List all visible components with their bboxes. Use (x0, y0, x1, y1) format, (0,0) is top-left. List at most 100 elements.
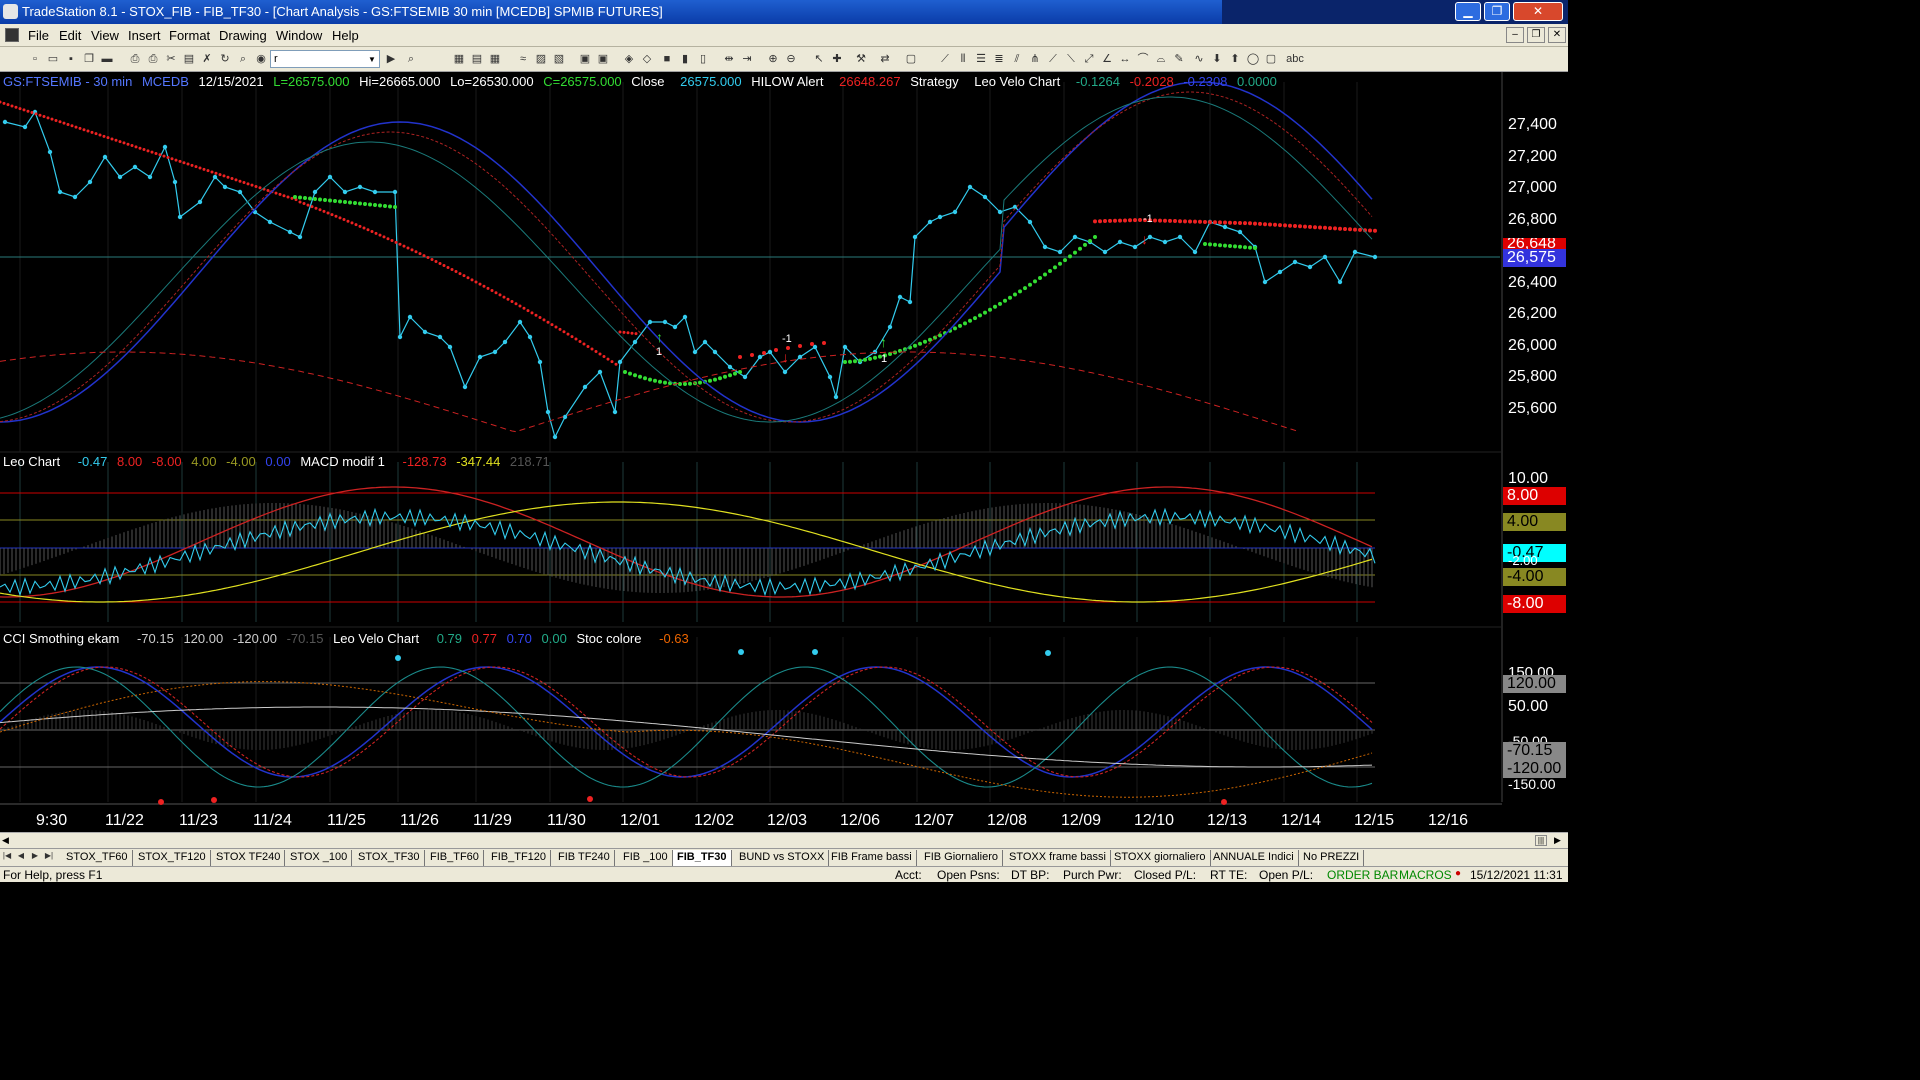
tab-fib-tf120[interactable]: FIB_TF120 (487, 850, 552, 866)
regression-icon[interactable]: ⤢ (1082, 52, 1096, 66)
option-icon[interactable]: ▧ (552, 52, 566, 66)
lookup-icon[interactable]: ⌕ (404, 52, 418, 66)
andrews-icon[interactable]: ⋔ (1028, 52, 1042, 66)
menu-insert[interactable]: Insert (128, 28, 161, 43)
menu-drawing[interactable]: Drawing (219, 28, 267, 43)
lock-icon[interactable]: ▢ (904, 52, 918, 66)
tab-annuale-indici[interactable]: ANNUALE Indici (1209, 850, 1299, 866)
cut-icon[interactable]: ✂ (164, 52, 178, 66)
tab-stoxx-giornaliero[interactable]: STOXX giornaliero (1110, 850, 1211, 866)
quote-icon[interactable]: ▤ (470, 52, 484, 66)
radar-icon[interactable]: ▨ (534, 52, 548, 66)
menu-window[interactable]: Window (276, 28, 322, 43)
chart-canvas[interactable]: ↑1↑1-1↓-1↓ (0, 72, 1568, 832)
freehand-icon[interactable]: ∿ (1192, 52, 1206, 66)
extend-icon[interactable]: ↔ (1118, 52, 1132, 66)
find-icon[interactable]: ⌕ (236, 52, 250, 66)
save-icon[interactable]: ▪ (64, 52, 78, 66)
arc-icon[interactable]: ⌓ (1154, 52, 1168, 66)
arrow-up-icon[interactable]: ⬆ (1228, 52, 1242, 66)
tab-fib-giornaliero[interactable]: FIB Giornaliero (920, 850, 1003, 866)
candle-icon[interactable]: ▮ (678, 52, 692, 66)
cycle-icon[interactable]: ⌒ (1136, 52, 1150, 66)
tab-fib-tf60[interactable]: FIB_TF60 (426, 850, 484, 866)
macros-label[interactable]: MACROS (1399, 868, 1452, 882)
channel-icon[interactable]: ⫽ (1010, 52, 1024, 66)
zoom-in-icon[interactable]: ⊕ (766, 52, 780, 66)
menu-view[interactable]: View (91, 28, 119, 43)
menu-help[interactable]: Help (332, 28, 359, 43)
tab-next-icon[interactable]: ▶ (30, 851, 40, 864)
tab-first-icon[interactable]: |◀ (2, 851, 12, 864)
horizontal-lines-icon[interactable]: ☰ (974, 52, 988, 66)
tab-prev-icon[interactable]: ◀ (16, 851, 26, 864)
order-bar-label[interactable]: ORDER BAR (1327, 868, 1398, 882)
scroll-left-icon[interactable]: ◀ (2, 835, 9, 846)
bar-spacing-icon[interactable]: ⇹ (722, 52, 736, 66)
tab-stox-tf240[interactable]: STOX TF240 (212, 850, 286, 866)
pointer-icon[interactable]: ↖ (812, 52, 826, 66)
tab-fib-tf240[interactable]: FIB TF240 (554, 850, 615, 866)
open-icon[interactable]: ▭ (46, 52, 60, 66)
line-icon[interactable]: ▯ (696, 52, 710, 66)
tab-fib-frame-bassi[interactable]: FIB Frame bassi (827, 850, 917, 866)
play-icon[interactable]: ▶ (384, 52, 398, 66)
tab-stoxx-frame-bassi[interactable]: STOXX frame bassi (1005, 850, 1111, 866)
menu-edit[interactable]: Edit (59, 28, 81, 43)
indicator-icon[interactable]: ◇ (640, 52, 654, 66)
bar-icon[interactable]: ■ (660, 52, 674, 66)
window-icon[interactable]: ▣ (578, 52, 592, 66)
strategy-icon[interactable]: ◈ (622, 52, 636, 66)
tab-stox-tf60[interactable]: STOX_TF60 (62, 850, 133, 866)
copy-icon[interactable]: ❐ (82, 52, 96, 66)
mdi-restore-button[interactable]: ❐ (1527, 27, 1545, 43)
horizontal-scrollbar[interactable]: ◀ ||| ▶ (0, 832, 1568, 848)
scroll-icon[interactable]: ⇥ (740, 52, 754, 66)
scroll-right-icon[interactable]: ▶ (1554, 835, 1561, 846)
mdi-minimize-button[interactable]: – (1506, 27, 1524, 43)
gann-icon[interactable]: ⟍ (1064, 52, 1078, 66)
tab-no-prezzi[interactable]: No PREZZI (1299, 850, 1365, 866)
tab-last-icon[interactable]: ▶| (44, 851, 54, 864)
tab-fib-100[interactable]: FIB _100 (619, 850, 673, 866)
restore-button[interactable]: ❐ (1484, 2, 1510, 21)
print-preview-icon[interactable]: ⎙ (146, 52, 160, 66)
ellipse-icon[interactable]: ◯ (1246, 52, 1260, 66)
zoom-out-icon[interactable]: ⊖ (784, 52, 798, 66)
menu-format[interactable]: Format (169, 28, 210, 43)
chart-icon[interactable]: ▦ (452, 52, 466, 66)
speed-icon[interactable]: ⟋ (1046, 52, 1060, 66)
refresh-icon[interactable]: ↻ (218, 52, 232, 66)
paste-icon[interactable]: ▤ (182, 52, 196, 66)
tools-icon[interactable]: ⚒ (854, 52, 868, 66)
menu-file[interactable]: File (28, 28, 49, 43)
crosshair-icon[interactable]: ✚ (830, 52, 844, 66)
delete-icon[interactable]: ✗ (200, 52, 214, 66)
tab-stox-tf30[interactable]: STOX_TF30 (354, 850, 425, 866)
fib-icon[interactable]: ≣ (992, 52, 1006, 66)
vertical-lines-icon[interactable]: ⦀ (956, 52, 970, 66)
order-icon[interactable]: ⇄ (878, 52, 892, 66)
rectangle-icon[interactable]: ▢ (1264, 52, 1278, 66)
pencil-icon[interactable]: ✎ (1172, 52, 1186, 66)
tile-icon[interactable]: ▣ (596, 52, 610, 66)
chevron-down-icon[interactable]: ▼ (366, 52, 378, 66)
tab-stox-100[interactable]: STOX _100 (286, 850, 353, 866)
arrow-down-icon[interactable]: ⬇ (1210, 52, 1224, 66)
scan-icon[interactable]: ≈ (516, 52, 530, 66)
mdi-close-button[interactable]: ✕ (1548, 27, 1566, 43)
close-button[interactable]: ✕ (1513, 2, 1563, 21)
scroll-thumb[interactable]: ||| (1535, 835, 1547, 846)
tab-bund-vs-stoxx[interactable]: BUND vs STOXX (735, 850, 830, 866)
chart-area[interactable]: ↑ 1 ↑ 1 -1 ↓ -1 ↓ GS:FTSEMIB - 30 min MCEDB 12/… (0, 72, 1568, 832)
symbol-input[interactable]: r ▼ (270, 50, 380, 68)
trendline-icon[interactable]: ⟋ (938, 52, 952, 66)
grid-icon[interactable]: ▦ (488, 52, 502, 66)
print-icon[interactable]: ⎙ (128, 52, 142, 66)
folder-icon[interactable]: ▬ (100, 52, 114, 66)
text-icon[interactable]: abc (1284, 52, 1306, 66)
globe-icon[interactable]: ◉ (254, 52, 268, 66)
tab-fib-tf30[interactable]: FIB_TF30 (673, 850, 732, 866)
tab-stox-tf120[interactable]: STOX_TF120 (134, 850, 211, 866)
angle-icon[interactable]: ∠ (1100, 52, 1114, 66)
